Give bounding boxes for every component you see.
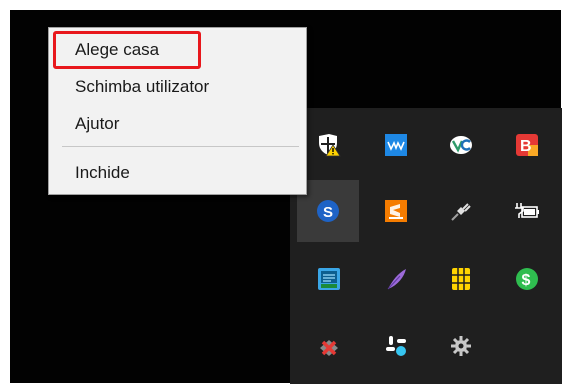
tray-item-power[interactable] [430,180,492,242]
security-shield-warning-icon [319,134,341,157]
svg-text:S: S [323,204,333,221]
menu-separator [62,146,299,147]
tray-item-network[interactable] [298,248,360,310]
battery-charging-icon [515,203,539,218]
tray-overflow-panel: B S $ [290,108,562,384]
b-app-icon: B [516,134,538,156]
feather-icon [387,269,406,290]
menu-item-close[interactable]: Inchide [75,163,130,183]
tray-item-dollar[interactable]: $ [496,248,558,310]
tray-item-waves[interactable] [365,114,427,176]
menu-item-switch-user[interactable]: Schimba utilizator [75,77,209,97]
sublime-app-icon [385,200,407,222]
waves-app-icon [385,134,407,156]
vc-app-icon [450,136,472,154]
tray-item-sublime[interactable] [365,180,427,242]
highlight-box [53,31,201,69]
tray-item-sim[interactable] [430,248,492,310]
svg-text:B: B [520,138,532,155]
menu-item-help[interactable]: Ajutor [75,114,119,134]
tray-item-b-app[interactable]: B [496,114,558,176]
tray-item-vc[interactable] [430,114,492,176]
tray-item-security[interactable] [298,114,360,176]
network-manager-icon [318,268,340,290]
s-dollar-icon: S [317,200,339,222]
tray-item-battery[interactable] [496,180,558,242]
slack-icon [386,336,406,356]
svg-text:$: $ [522,272,531,289]
power-plug-icon [451,203,471,221]
tray-item-slack[interactable] [365,315,427,377]
dollar-circle-icon: $ [516,268,538,290]
gear-icon [451,336,471,356]
tray-item-disconnected[interactable] [298,315,360,377]
sim-card-icon [452,268,470,290]
disconnected-x-icon [320,340,338,356]
tray-item-gear[interactable] [430,315,492,377]
tray-item-feather[interactable] [365,248,427,310]
